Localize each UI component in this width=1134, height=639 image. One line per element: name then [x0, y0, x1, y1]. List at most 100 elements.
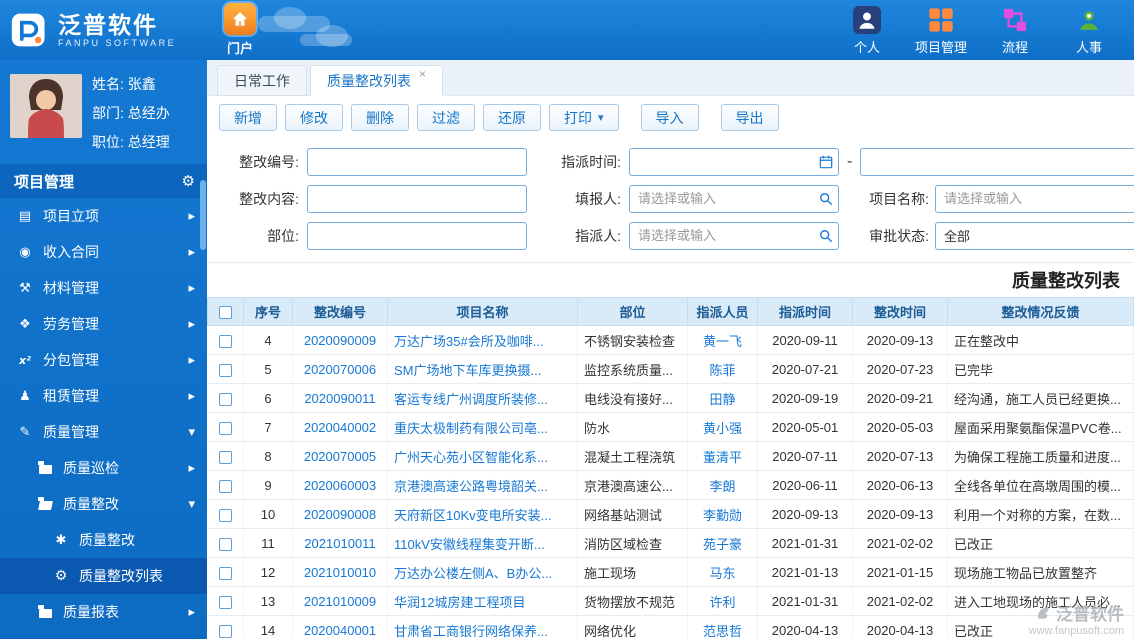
gear-icon[interactable] [182, 172, 195, 190]
assignee-link[interactable]: 范思哲 [703, 624, 742, 639]
project-name-link[interactable]: SM广场地下车库更换摄... [394, 363, 541, 378]
row-checkbox[interactable] [218, 595, 232, 609]
add-button[interactable]: 新增 [219, 104, 277, 131]
select-all-checkbox[interactable] [219, 306, 232, 320]
nav-hr[interactable]: 人事 [1060, 5, 1118, 56]
rectification-code-link[interactable]: 2020090011 [304, 391, 375, 406]
location-input[interactable] [307, 221, 527, 250]
assignee-link[interactable]: 马东 [709, 566, 735, 581]
close-icon[interactable] [419, 68, 426, 80]
rectification-code-link[interactable]: 2020060003 [304, 478, 376, 493]
assign-time-start-input[interactable] [629, 147, 839, 176]
sidebar-item-quality-rectification[interactable]: 质量整改 [0, 486, 207, 522]
rectification-code-link[interactable]: 2021010009 [304, 594, 376, 609]
project-name-link[interactable]: 华润12城房建工程项目 [394, 595, 525, 610]
assignee-link[interactable]: 黄一飞 [703, 334, 742, 349]
reporter-input[interactable] [629, 184, 839, 213]
modify-button[interactable]: 修改 [285, 104, 343, 131]
filter-button[interactable]: 过滤 [417, 104, 475, 131]
row-checkbox[interactable] [218, 508, 232, 522]
project-name-input[interactable] [935, 184, 1134, 213]
row-checkbox[interactable] [218, 421, 232, 435]
sidebar-item-income-contract[interactable]: 收入合同 [0, 234, 207, 270]
sidebar-item-quality-report[interactable]: 质量报表 [0, 594, 207, 630]
sidebar-item-quality-rectification-entry[interactable]: 质量整改 [0, 522, 207, 558]
sidebar-item-material-management[interactable]: 材料管理 [0, 270, 207, 306]
sidebar-item-quality-management[interactable]: 质量管理 [0, 414, 207, 450]
assignee-link[interactable]: 董清平 [703, 450, 742, 465]
assign-time-end-input[interactable] [860, 147, 1134, 176]
table-row[interactable]: 12 2021010010 万达办公楼左侧A、B办公... 施工现场 马东 20… [207, 557, 1134, 587]
table-row[interactable]: 5 2020070006 SM广场地下车库更换摄... 监控系统质量... 陈菲… [207, 354, 1134, 384]
table-row[interactable]: 7 2020040002 重庆太极制药有限公司亳... 防水 黄小强 2020-… [207, 412, 1134, 442]
row-checkbox[interactable] [218, 392, 232, 406]
table-row[interactable]: 8 2020070005 广州天心苑小区智能化系... 混凝土工程浇筑 董清平 … [207, 441, 1134, 471]
print-button[interactable]: 打印 [549, 104, 619, 131]
sidebar-item-lease-management[interactable]: 租赁管理 [0, 378, 207, 414]
row-checkbox[interactable] [218, 450, 232, 464]
restore-button[interactable]: 还原 [483, 104, 541, 131]
row-checkbox[interactable] [218, 566, 232, 580]
rectification-code-link[interactable]: 2020070006 [304, 362, 376, 377]
approval-status-select[interactable]: 全部 [935, 221, 1134, 250]
tab-quality-rectification-list[interactable]: 质量整改列表 [310, 65, 444, 96]
rectification-code-link[interactable]: 2020090008 [304, 507, 376, 522]
assignee-link[interactable]: 李朗 [709, 479, 735, 494]
assignee-link[interactable]: 李勤勋 [703, 508, 742, 523]
assignee-link[interactable]: 陈菲 [709, 363, 735, 378]
assignee-input[interactable] [629, 221, 839, 250]
assignee-link[interactable]: 黄小强 [703, 421, 742, 436]
rectification-code-link[interactable]: 2021010011 [304, 536, 375, 551]
sidebar-item-quality-inspection[interactable]: 质量巡检 [0, 450, 207, 486]
sidebar-item-labor-management[interactable]: 劳务管理 [0, 306, 207, 342]
menu-item-label: 质量整改列表 [79, 568, 163, 584]
table-row[interactable]: 4 2020090009 万达广场35#会所及咖啡... 不锈钢安装检查 黄一飞… [207, 325, 1134, 355]
project-name-link[interactable]: 110kV安徽线程集变开断... [394, 537, 545, 552]
sidebar-section-project-management[interactable]: 项目管理 [0, 164, 207, 198]
import-button[interactable]: 导入 [640, 104, 699, 131]
rectification-code-link[interactable]: 2020090009 [304, 333, 376, 348]
nav-workflow[interactable]: 流程 [986, 5, 1044, 56]
tab-daily-work[interactable]: 日常工作 [217, 65, 307, 96]
sidebar-item-subcontract-management[interactable]: 分包管理 [0, 342, 207, 378]
table-row[interactable]: 10 2020090008 天府新区10Kv变电所安装... 网络基站测试 李勤… [207, 499, 1134, 529]
table-row[interactable]: 14 2020040001 甘肃省工商银行网络保养... 网络优化 范思哲 20… [207, 615, 1134, 639]
project-name-link[interactable]: 广州天心苑小区智能化系... [394, 450, 548, 465]
sidebar-item-project-initiation[interactable]: 项目立项 [0, 198, 207, 234]
nav-project-management[interactable]: 项目管理 [912, 5, 970, 56]
rectification-code-link[interactable]: 2020040001 [304, 623, 376, 638]
table-row[interactable]: 11 2021010011 110kV安徽线程集变开断... 消防区域检查 苑子… [207, 528, 1134, 558]
rectification-code-link[interactable]: 2020070005 [304, 449, 376, 464]
sidebar-scrollbar[interactable] [200, 180, 206, 250]
search-icon[interactable] [819, 192, 833, 206]
project-name-link[interactable]: 甘肃省工商银行网络保养... [394, 624, 548, 639]
row-checkbox[interactable] [218, 334, 232, 348]
project-name-link[interactable]: 重庆太极制药有限公司亳... [394, 421, 548, 436]
fix-time-cell: 2020-06-13 [852, 470, 948, 500]
calendar-icon[interactable] [819, 155, 833, 169]
export-button[interactable]: 导出 [720, 104, 779, 131]
rectification-code-input[interactable] [307, 147, 527, 176]
row-checkbox[interactable] [218, 363, 232, 377]
row-checkbox[interactable] [218, 624, 232, 638]
project-name-link[interactable]: 京港澳高速公路粤境韶关... [394, 479, 548, 494]
search-icon[interactable] [819, 229, 833, 243]
rectification-content-input[interactable] [307, 184, 527, 213]
delete-button[interactable]: 删除 [351, 104, 409, 131]
table-row[interactable]: 9 2020060003 京港澳高速公路粤境韶关... 京港澳高速公... 李朗… [207, 470, 1134, 500]
table-row[interactable]: 6 2020090011 客运专线广州调度所装修... 电线没有接好... 田静… [207, 383, 1134, 413]
project-name-link[interactable]: 客运专线广州调度所装修... [394, 392, 548, 407]
row-checkbox[interactable] [218, 537, 232, 551]
project-name-link[interactable]: 天府新区10Kv变电所安装... [394, 508, 551, 523]
sidebar-item-quality-rectification-list[interactable]: 质量整改列表 [0, 558, 207, 594]
nav-personal[interactable]: 个人 [838, 5, 896, 56]
project-name-link[interactable]: 万达广场35#会所及咖啡... [394, 334, 544, 349]
project-name-link[interactable]: 万达办公楼左侧A、B办公... [394, 566, 552, 581]
assignee-link[interactable]: 苑子豪 [703, 537, 742, 552]
assignee-link[interactable]: 田静 [709, 392, 735, 407]
table-row[interactable]: 13 2021010009 华润12城房建工程项目 货物摆放不规范 许利 202… [207, 586, 1134, 616]
row-checkbox[interactable] [218, 479, 232, 493]
rectification-code-link[interactable]: 2020040002 [304, 420, 376, 435]
rectification-code-link[interactable]: 2021010010 [304, 565, 376, 580]
assignee-link[interactable]: 许利 [709, 595, 735, 610]
